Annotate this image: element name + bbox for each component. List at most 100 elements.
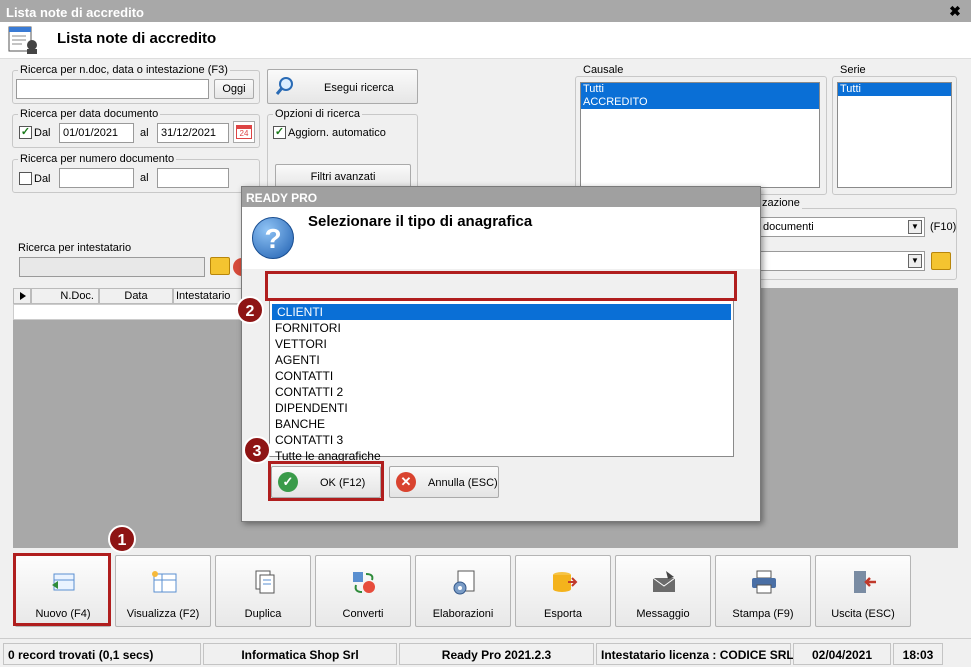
number-from-checkbox[interactable]: [19, 172, 32, 185]
visualizzazione-label: zazione: [760, 197, 802, 209]
column-header[interactable]: Intestatario: [173, 288, 243, 304]
column-header[interactable]: Data: [99, 288, 173, 304]
column-header[interactable]: N.Doc.: [31, 288, 99, 304]
process-gear-icon: [453, 570, 475, 595]
duplicate-icon: [255, 570, 275, 594]
elaborazioni-button[interactable]: Elaborazioni: [415, 555, 511, 627]
close-icon[interactable]: ✖: [947, 3, 963, 19]
causale-list[interactable]: Tutti ACCREDITO: [580, 82, 820, 188]
date-from-checkbox[interactable]: ✓: [19, 126, 32, 139]
status-time: 18:03: [893, 643, 943, 665]
number-from-input[interactable]: [59, 168, 134, 188]
calendar-badge: 24: [236, 125, 252, 139]
list-item[interactable]: FORNITORI: [270, 320, 733, 336]
search-date-label: Ricerca per data documento: [18, 108, 161, 120]
exit-door-icon: [854, 571, 876, 593]
number-al-label: al: [140, 172, 149, 184]
callout-step-3-box: [268, 461, 384, 501]
status-bar: 0 record trovati (0,1 secs) Informatica …: [0, 638, 971, 667]
list-item[interactable]: AGENTI: [270, 352, 733, 368]
stampa-label: Stampa (F9): [732, 608, 794, 620]
chevron-down-icon: ▼: [908, 254, 922, 268]
number-dal-label: Dal: [34, 173, 51, 185]
callout-step-2-box: [265, 271, 737, 301]
list-item[interactable]: BANCHE: [270, 416, 733, 432]
auto-update-checkbox[interactable]: ✓: [273, 126, 286, 139]
row-pointer-icon: [20, 292, 26, 300]
export-database-icon: [553, 572, 578, 592]
elaborazioni-label: Elaborazioni: [432, 608, 494, 620]
esporta-label: Esporta: [544, 608, 582, 620]
date-to-input[interactable]: 31/12/2021: [157, 123, 229, 143]
visualizzazione-select[interactable]: documenti ▼: [758, 217, 925, 237]
window-title-bar: Lista note di accredito: [0, 0, 971, 22]
converti-button[interactable]: Converti: [315, 555, 411, 627]
list-item[interactable]: CONTATTI: [270, 368, 733, 384]
question-icon: ?: [252, 217, 294, 259]
search-text-label: Ricerca per n.doc, data o intestazione (…: [18, 64, 230, 76]
visualizza-label: Visualizza (F2): [126, 608, 200, 620]
number-to-input[interactable]: [157, 168, 229, 188]
date-al-label: al: [140, 127, 149, 139]
search-options-label: Opzioni di ricerca: [273, 108, 362, 120]
causale-item[interactable]: Tutti: [581, 83, 819, 96]
table-row[interactable]: [13, 304, 243, 320]
folder-icon[interactable]: [210, 257, 230, 275]
advanced-filters-button[interactable]: Filtri avanzati: [275, 164, 411, 188]
search-number-label: Ricerca per numero documento: [18, 153, 177, 165]
esporta-button[interactable]: Esporta: [515, 555, 611, 627]
visualizzazione-value: documenti: [763, 221, 814, 233]
duplica-button[interactable]: Duplica: [215, 555, 311, 627]
page-title: Lista note di accredito: [57, 30, 217, 47]
causale-item[interactable]: ACCREDITO: [581, 96, 819, 109]
messaggio-label: Messaggio: [636, 608, 690, 620]
dialog-title: READY PRO: [242, 187, 760, 207]
duplica-label: Duplica: [244, 608, 282, 620]
status-license: Intestatario licenza : CODICE SRL: [596, 643, 794, 665]
date-dal-label: Dal: [34, 127, 51, 139]
step-2-badge: 2: [236, 296, 264, 324]
second-select[interactable]: ▼: [758, 251, 925, 271]
folder-icon[interactable]: [931, 252, 951, 270]
list-item[interactable]: CLIENTI: [272, 304, 731, 320]
cancel-x-icon: ✕: [396, 472, 416, 492]
status-company: Informatica Shop Srl: [203, 643, 397, 665]
holder-input[interactable]: [19, 257, 205, 277]
visualizzazione-shortcut: (F10): [930, 221, 957, 233]
page-header: Lista note di accredito: [0, 22, 971, 59]
magnifier-icon: [275, 77, 293, 95]
credit-note-document-icon: [8, 26, 37, 54]
serie-item[interactable]: Tutti: [838, 83, 951, 96]
search-input[interactable]: [16, 79, 209, 99]
anagrafica-type-list[interactable]: CLIENTI FORNITORI VETTORI AGENTI CONTATT…: [269, 299, 734, 463]
list-item[interactable]: CONTATTI 3: [270, 432, 733, 448]
uscita-button[interactable]: Uscita (ESC): [815, 555, 911, 627]
messaggio-button[interactable]: Messaggio: [615, 555, 711, 627]
serie-list[interactable]: Tutti: [837, 82, 952, 188]
chevron-down-icon: ▼: [908, 220, 922, 234]
search-holder-label: Ricerca per intestatario: [18, 242, 132, 254]
printer-icon: [752, 570, 776, 594]
grid-row-indicator: [13, 288, 31, 304]
stampa-button[interactable]: Stampa (F9): [715, 555, 811, 627]
calendar-icon[interactable]: 24: [233, 121, 255, 143]
message-icon: [652, 571, 676, 592]
visualizza-button[interactable]: Visualizza (F2): [115, 555, 211, 627]
search-button-label: Esegui ricerca: [324, 82, 394, 94]
auto-update-label: Aggiorn. automatico: [288, 127, 386, 139]
status-records: 0 record trovati (0,1 secs): [3, 643, 201, 665]
list-item[interactable]: CONTATTI 2: [270, 384, 733, 400]
callout-step-1-box: [13, 553, 111, 626]
serie-label: Serie: [838, 64, 868, 76]
status-date: 02/04/2021: [793, 643, 891, 665]
uscita-label: Uscita (ESC): [831, 608, 895, 620]
cancel-label: Annulla (ESC): [428, 477, 498, 489]
list-item[interactable]: DIPENDENTI: [270, 400, 733, 416]
list-item[interactable]: VETTORI: [270, 336, 733, 352]
oggi-button[interactable]: Oggi: [214, 79, 254, 99]
view-table-icon: [152, 571, 177, 593]
window-title: Lista note di accredito: [6, 5, 144, 20]
search-button[interactable]: Esegui ricerca: [267, 69, 418, 104]
cancel-button[interactable]: ✕ Annulla (ESC): [389, 466, 499, 498]
date-from-input[interactable]: 01/01/2021: [59, 123, 134, 143]
